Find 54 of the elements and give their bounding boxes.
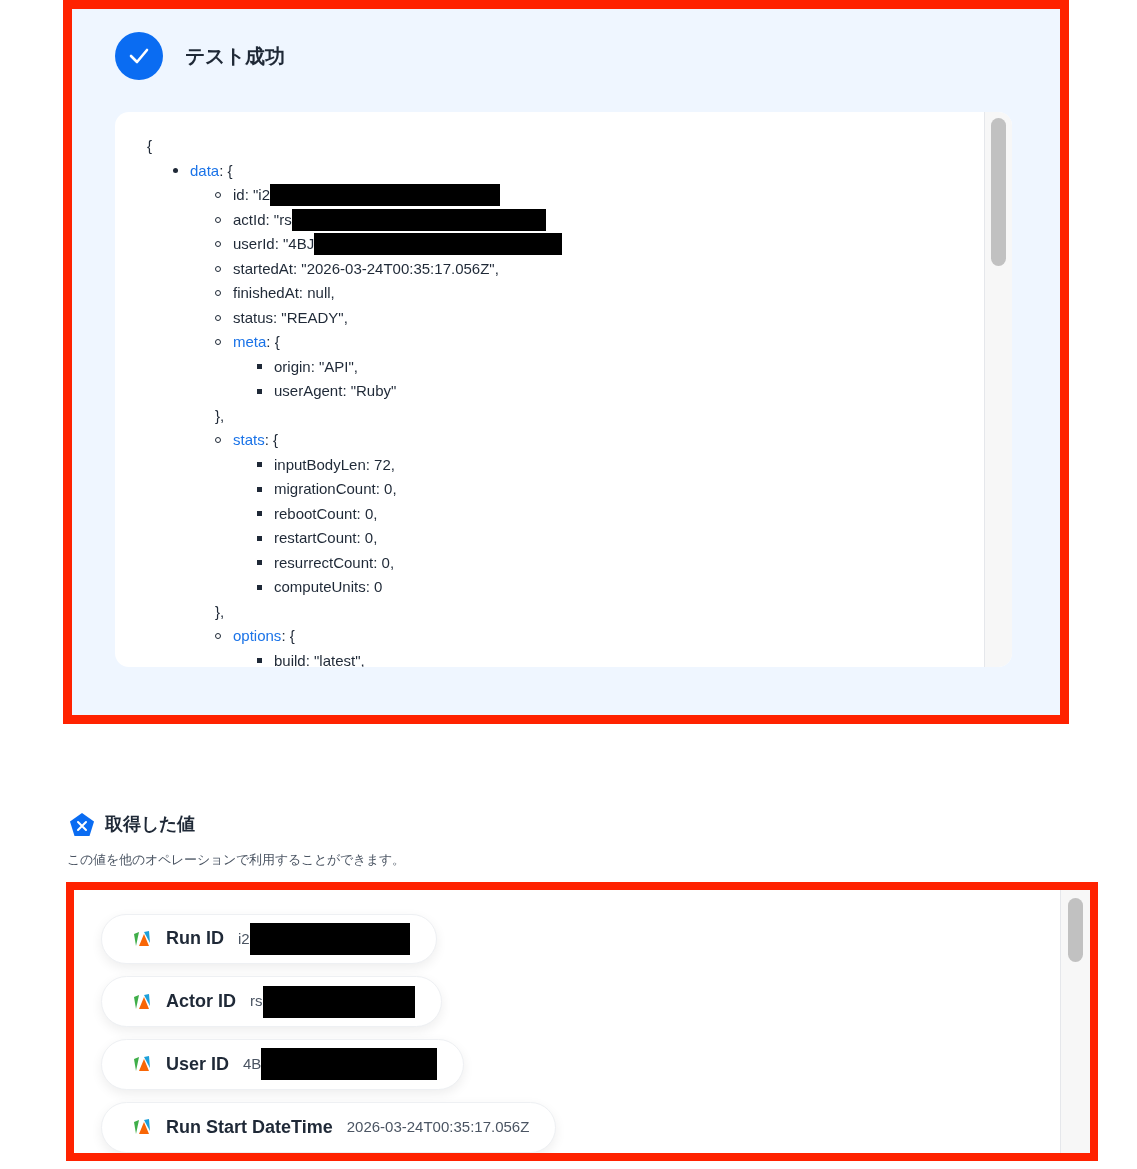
chip-value: i2 [238,928,250,949]
value-chip[interactable]: Actor ID rs [101,976,442,1027]
json-line: resurrectCount: 0, [274,552,395,573]
bullet-icon [257,486,262,492]
section-description: この値を他のオペレーションで利用することができます。 [67,851,406,869]
bullet-icon [257,560,262,566]
json-text: : { [266,332,280,352]
json-line: status: "READY", [233,307,348,328]
json-text: : { [281,626,295,646]
json-line: origin: "API", [274,356,359,377]
bullet-icon [257,535,262,541]
chip-value: 4B [243,1054,262,1075]
section-title: 取得した値 [105,813,195,836]
result-title: テスト成功 [185,44,285,69]
chip-label: Actor ID [166,990,236,1014]
chip-label: User ID [166,1052,230,1076]
bullet-icon [257,584,262,590]
json-text: }, [215,405,225,426]
value-chip[interactable]: User ID 4B [101,1039,465,1090]
json-line: id: "i2 [233,185,270,205]
json-line: rebootCount: 0, [274,503,378,524]
bullet-icon [257,511,262,517]
chip-label: Run ID [166,927,224,951]
json-line: finishedAt: null, [233,283,335,303]
json-text: : { [264,430,279,450]
json-key-link[interactable]: options [233,624,282,649]
json-key-link[interactable]: stats [233,428,265,453]
logo-icon [132,928,152,949]
json-text: { [147,136,153,156]
chip-value: 2026-03-24T00:35:17.056Z [346,1116,530,1137]
json-line: actId: "rs [233,209,292,230]
logo-icon [132,991,152,1012]
json-line: userId: "4BJ [233,234,315,254]
scrollbar[interactable] [984,112,1012,667]
json-line: restartCount: 0, [274,528,378,548]
json-line: userAgent: "Ruby" [274,381,397,401]
chip-value: rs [250,991,263,1012]
json-line: build: "latest", [274,650,365,667]
scrollbar[interactable] [1060,889,1090,1153]
bullet-icon [257,462,262,468]
bullet-icon [257,364,262,370]
chip-label: Run Start DateTime [166,1115,333,1139]
json-text: : { [219,160,233,181]
json-line: migrationCount: 0, [274,479,397,499]
variable-icon [69,811,95,838]
json-line: inputBodyLen: 72, [274,454,395,475]
json-line: startedAt: "2026-03-24T00:35:17.056Z", [233,258,499,279]
json-line: computeUnits: 0 [274,577,383,597]
value-chip[interactable]: Run ID i2 [101,913,437,965]
value-chip[interactable]: Run Start DateTime 2026-03-24T00:35:17.056Z [101,1101,557,1153]
json-text: }, [215,601,225,622]
bullet-icon [257,658,262,664]
bullet-icon [257,388,262,394]
bullet-icon [173,168,178,174]
